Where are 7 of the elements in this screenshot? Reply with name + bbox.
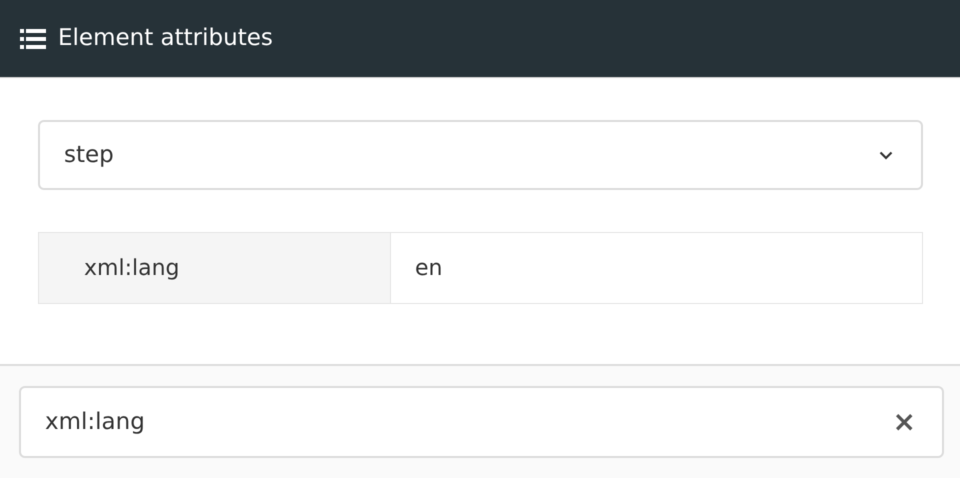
filter-field[interactable]: xml:lang × (19, 386, 944, 458)
clear-button[interactable]: × (892, 408, 916, 436)
list-icon (20, 28, 46, 48)
attribute-name-cell: xml:lang (39, 233, 391, 303)
chevron-down-icon (879, 150, 893, 160)
element-dropdown[interactable]: step (38, 120, 923, 190)
panel-title: Element attributes (58, 24, 273, 54)
